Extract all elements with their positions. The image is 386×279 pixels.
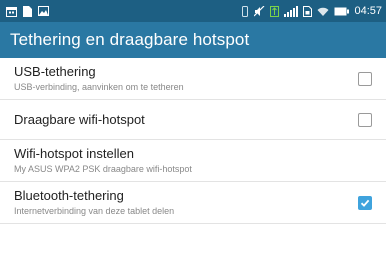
setting-title: Wifi-hotspot instellen [14,146,134,161]
signal-icon [284,5,299,17]
document-icon [23,5,32,17]
vibrate-icon [241,5,249,17]
bluetooth-tethering-checkbox[interactable] [358,195,372,210]
setting-wifi-hotspot-setup[interactable]: Wifi-hotspot instellen My ASUS WPA2 PSK … [0,140,386,182]
sim-icon [303,5,313,17]
checkmark-icon [360,199,370,207]
notification-icons [6,5,49,17]
system-icons: 04:57 [241,5,382,17]
clock: 04:57 [354,5,382,17]
wifi-hotspot-checkbox[interactable] [358,112,372,127]
app-bar: Tethering en draagbare hotspot [0,22,386,58]
status-bar: 04:57 [0,0,386,22]
wifi-icon [317,6,329,17]
setting-bluetooth-tethering[interactable]: Bluetooth-tethering Internetverbinding v… [0,182,386,224]
mute-icon [254,5,265,17]
usb-tethering-checkbox[interactable] [358,71,372,86]
image-icon [38,6,49,16]
setting-usb-tethering[interactable]: USB-tethering USB-verbinding, aanvinken … [0,58,386,100]
battery-icon [334,7,350,16]
setting-subtitle: USB-verbinding, aanvinken om te tetheren [14,82,184,92]
page-title: Tethering en draagbare hotspot [10,30,250,49]
setting-title: Draagbare wifi-hotspot [14,111,145,127]
settings-list: USB-tethering USB-verbinding, aanvinken … [0,58,386,224]
setting-portable-wifi-hotspot[interactable]: Draagbare wifi-hotspot [0,100,386,140]
setting-title: Bluetooth-tethering [14,188,124,203]
calendar-icon [6,6,17,17]
setting-title: USB-tethering [14,64,96,79]
setting-subtitle: Internetverbinding van deze tablet delen [14,206,175,216]
data-icon [270,5,280,17]
setting-subtitle: My ASUS WPA2 PSK draagbare wifi-hotspot [14,164,192,174]
